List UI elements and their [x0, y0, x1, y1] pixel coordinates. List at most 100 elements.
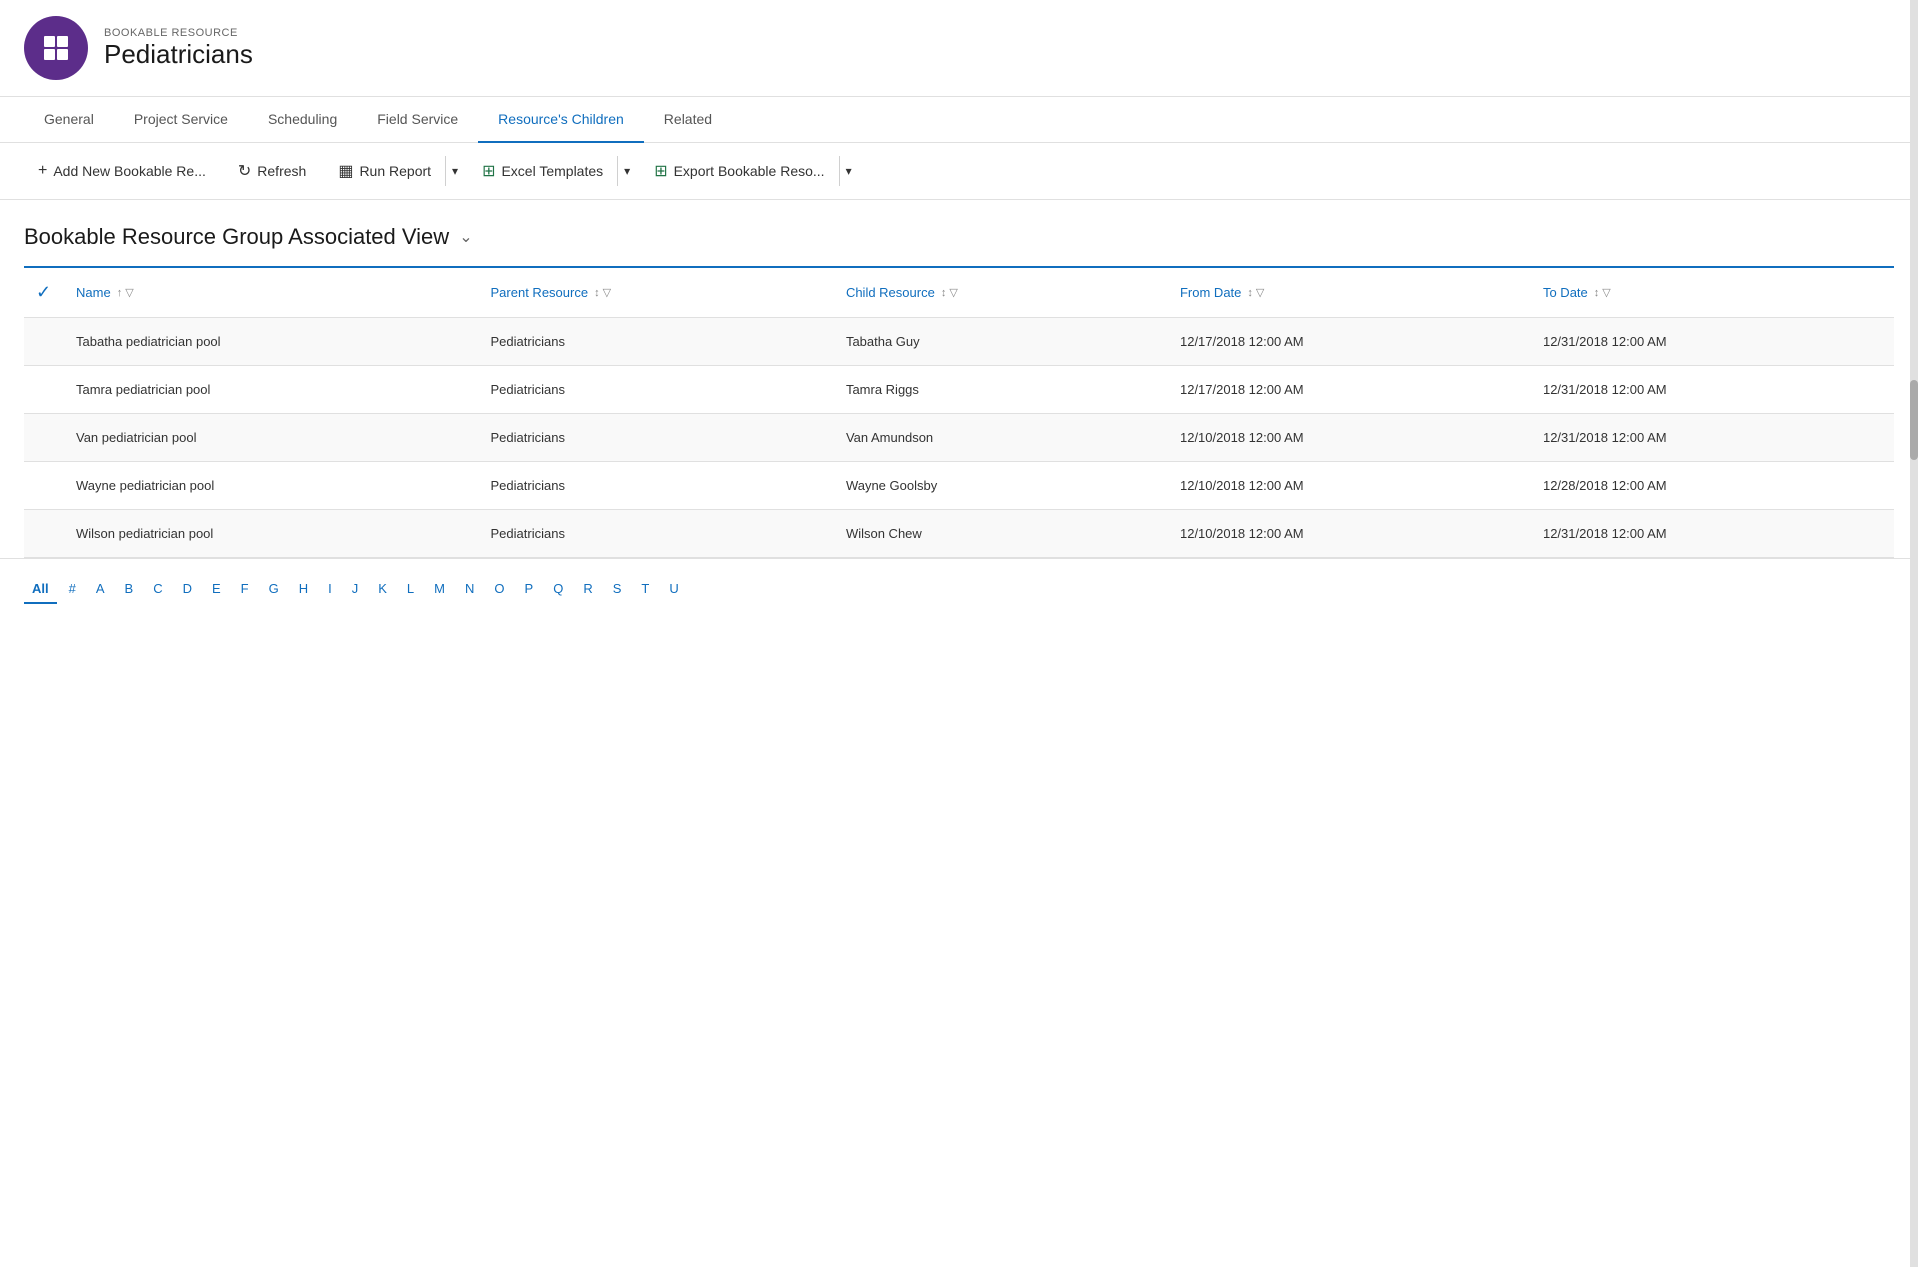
col-parent-resource: Parent Resource ↕ ▽: [479, 267, 834, 318]
row-child-resource[interactable]: Van Amundson: [834, 414, 1168, 462]
refresh-button[interactable]: ↻ Refresh: [224, 153, 320, 189]
select-all-checkbox-col[interactable]: ✓: [24, 267, 64, 318]
col-to-date-label: To Date: [1543, 285, 1588, 300]
row-to-date: 12/31/2018 12:00 AM: [1531, 366, 1894, 414]
run-report-dropdown-button[interactable]: ▾: [445, 156, 464, 186]
table-header-row: ✓ Name ↑ ▽ Parent Resource: [24, 267, 1894, 318]
run-report-label: Run Report: [359, 163, 431, 179]
row-name[interactable]: Wilson pediatrician pool: [64, 510, 479, 558]
alpha-nav-item-h[interactable]: H: [291, 575, 316, 604]
alpha-nav-item-k[interactable]: K: [370, 575, 395, 604]
alpha-nav-item-r[interactable]: R: [575, 575, 600, 604]
toolbar: + Add New Bookable Re... ↻ Refresh ▦ Run…: [0, 143, 1918, 200]
row-from-date: 12/10/2018 12:00 AM: [1168, 462, 1531, 510]
sort-icon2[interactable]: ↕: [594, 287, 600, 299]
tab-project-service[interactable]: Project Service: [114, 97, 248, 143]
row-parent-resource[interactable]: Pediatricians: [479, 510, 834, 558]
filter-icon[interactable]: ▽: [125, 286, 133, 299]
export-dropdown-button[interactable]: ▾: [839, 156, 858, 186]
sort-icon5[interactable]: ↕: [1594, 287, 1600, 299]
tab-scheduling[interactable]: Scheduling: [248, 97, 357, 143]
alpha-nav-item-p[interactable]: P: [517, 575, 542, 604]
alpha-nav-item-b[interactable]: B: [117, 575, 142, 604]
nav-tabs: General Project Service Scheduling Field…: [0, 97, 1918, 143]
alpha-nav-item-t[interactable]: T: [633, 575, 657, 604]
row-name[interactable]: Tamra pediatrician pool: [64, 366, 479, 414]
row-parent-resource[interactable]: Pediatricians: [479, 318, 834, 366]
scrollbar-thumb[interactable]: [1910, 380, 1918, 460]
table-row: Wayne pediatrician poolPediatriciansWayn…: [24, 462, 1894, 510]
run-report-button[interactable]: ▦ Run Report: [324, 153, 445, 189]
alpha-nav-item-c[interactable]: C: [145, 575, 170, 604]
alpha-nav-item-i[interactable]: I: [320, 575, 340, 604]
alpha-nav-item-m[interactable]: M: [426, 575, 453, 604]
alpha-nav-item-u[interactable]: U: [661, 575, 686, 604]
row-checkbox[interactable]: [24, 366, 64, 414]
row-parent-resource[interactable]: Pediatricians: [479, 462, 834, 510]
checkmark-icon: ✓: [36, 282, 51, 302]
add-new-button[interactable]: + Add New Bookable Re...: [24, 154, 220, 188]
alpha-nav-item-l[interactable]: L: [399, 575, 422, 604]
alpha-nav-item-all[interactable]: All: [24, 575, 57, 604]
row-name[interactable]: Wayne pediatrician pool: [64, 462, 479, 510]
col-parent-resource-label: Parent Resource: [491, 285, 589, 300]
col-child-resource-label: Child Resource: [846, 285, 935, 300]
sort-icon3[interactable]: ↕: [941, 287, 947, 299]
alpha-nav-item-a[interactable]: A: [88, 575, 113, 604]
table-row: Wilson pediatrician poolPediatriciansWil…: [24, 510, 1894, 558]
filter-icon4[interactable]: ▽: [1256, 286, 1264, 299]
alpha-nav-item-f[interactable]: F: [233, 575, 257, 604]
row-name[interactable]: Van pediatrician pool: [64, 414, 479, 462]
tab-field-service[interactable]: Field Service: [357, 97, 478, 143]
filter-icon3[interactable]: ▽: [949, 286, 957, 299]
run-report-group: ▦ Run Report ▾: [324, 153, 464, 189]
tab-resources-children[interactable]: Resource's Children: [478, 97, 644, 143]
row-name[interactable]: Tabatha pediatrician pool: [64, 318, 479, 366]
filter-icon5[interactable]: ▽: [1602, 286, 1610, 299]
scrollbar[interactable]: [1910, 0, 1918, 1267]
alpha-nav-item-s[interactable]: S: [605, 575, 630, 604]
refresh-label: Refresh: [257, 163, 306, 179]
row-checkbox[interactable]: [24, 510, 64, 558]
row-checkbox[interactable]: [24, 462, 64, 510]
excel-templates-dropdown-button[interactable]: ▾: [617, 156, 636, 186]
alpha-nav-item-#[interactable]: #: [61, 575, 84, 604]
tab-related[interactable]: Related: [644, 97, 732, 143]
alpha-nav-item-d[interactable]: D: [175, 575, 200, 604]
chevron-down-icon2: ▾: [624, 164, 630, 178]
col-name: Name ↑ ▽: [64, 267, 479, 318]
row-parent-resource[interactable]: Pediatricians: [479, 366, 834, 414]
row-parent-resource[interactable]: Pediatricians: [479, 414, 834, 462]
sort-icon4[interactable]: ↕: [1247, 287, 1253, 299]
excel-icon: ⊞: [482, 161, 495, 181]
export-group: ⊞ Export Bookable Reso... ▾: [640, 153, 857, 189]
excel-templates-button[interactable]: ⊞ Excel Templates: [468, 153, 617, 189]
alpha-nav-item-n[interactable]: N: [457, 575, 482, 604]
export-button[interactable]: ⊞ Export Bookable Reso...: [640, 153, 838, 189]
app-title-block: BOOKABLE RESOURCE Pediatricians: [104, 27, 253, 70]
app-subtitle: BOOKABLE RESOURCE: [104, 27, 253, 39]
row-child-resource[interactable]: Tabatha Guy: [834, 318, 1168, 366]
row-child-resource[interactable]: Wayne Goolsby: [834, 462, 1168, 510]
sort-icon[interactable]: ↑: [117, 287, 123, 299]
tab-general[interactable]: General: [24, 97, 114, 143]
alpha-nav-item-e[interactable]: E: [204, 575, 229, 604]
col-to-date: To Date ↕ ▽: [1531, 267, 1894, 318]
alpha-nav-item-q[interactable]: Q: [545, 575, 571, 604]
alpha-nav-item-o[interactable]: O: [486, 575, 512, 604]
row-checkbox[interactable]: [24, 414, 64, 462]
row-to-date: 12/31/2018 12:00 AM: [1531, 318, 1894, 366]
excel-templates-label: Excel Templates: [501, 163, 603, 179]
row-child-resource[interactable]: Tamra Riggs: [834, 366, 1168, 414]
filter-icon2[interactable]: ▽: [603, 286, 611, 299]
view-title-chevron-icon[interactable]: ⌄: [459, 227, 472, 247]
row-from-date: 12/17/2018 12:00 AM: [1168, 366, 1531, 414]
table-row: Tamra pediatrician poolPediatriciansTamr…: [24, 366, 1894, 414]
add-new-label: Add New Bookable Re...: [53, 163, 206, 179]
col-name-label: Name: [76, 285, 111, 300]
row-child-resource[interactable]: Wilson Chew: [834, 510, 1168, 558]
app-title: Pediatricians: [104, 39, 253, 70]
alpha-nav-item-j[interactable]: J: [344, 575, 367, 604]
row-checkbox[interactable]: [24, 318, 64, 366]
alpha-nav-item-g[interactable]: G: [261, 575, 287, 604]
